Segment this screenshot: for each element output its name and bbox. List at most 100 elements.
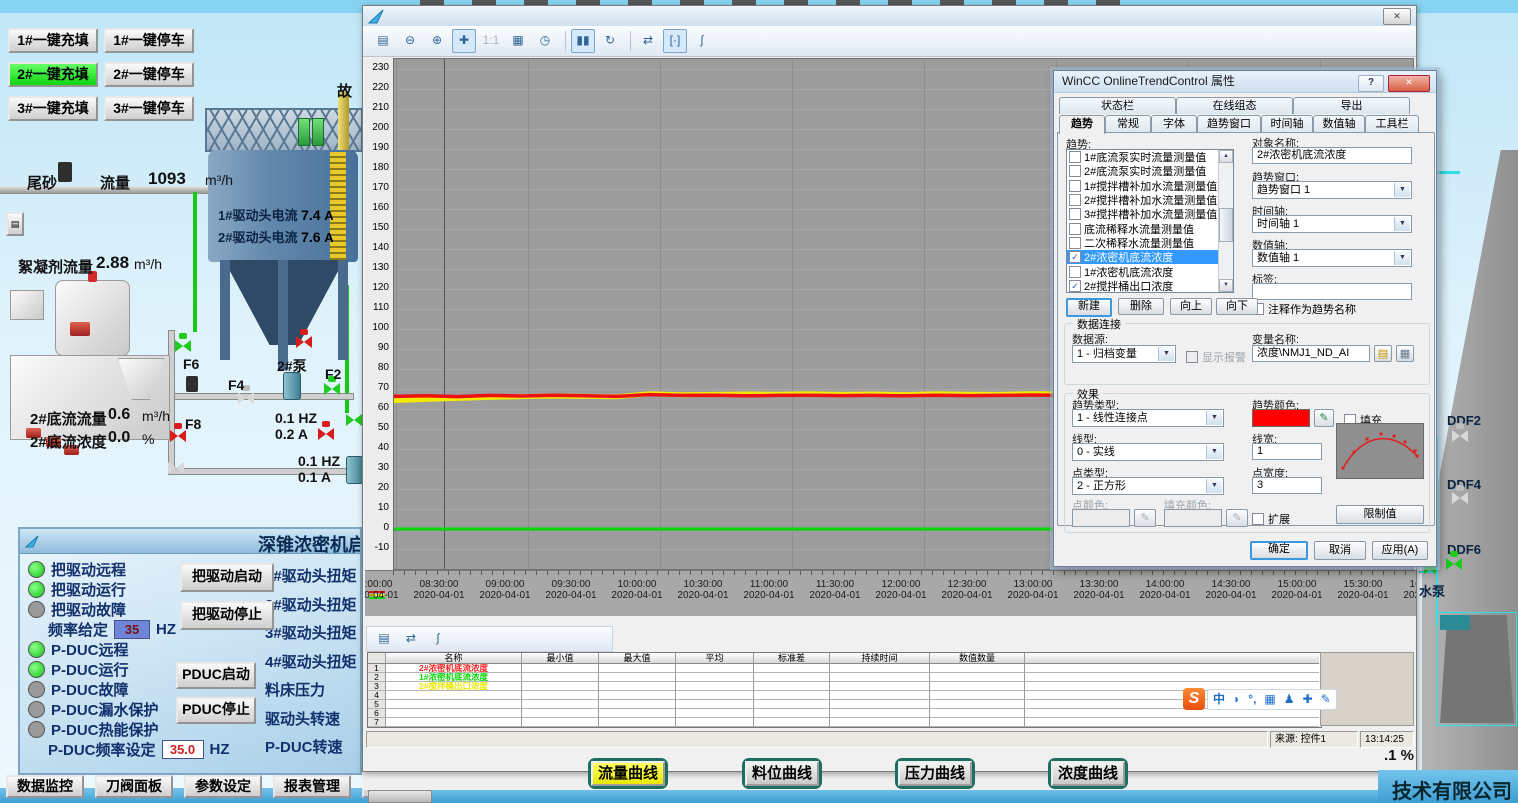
ime-toolbar[interactable]: S 中◗°,▦♟✚✎ — [1183, 688, 1337, 710]
point-width-field[interactable]: 3 — [1252, 477, 1322, 494]
valve-green-right-icon[interactable] — [346, 414, 362, 426]
trend-item-checkbox[interactable] — [1069, 165, 1081, 177]
fill-button-2[interactable]: 2#一键充填 — [8, 62, 98, 87]
refresh-icon[interactable]: ↻ — [598, 29, 622, 53]
line-width-field[interactable]: 1 — [1252, 443, 1322, 460]
panel-button-4[interactable]: PDUC停止 — [176, 697, 256, 724]
properties-icon[interactable]: ▤ — [371, 29, 395, 53]
nav-button-2[interactable]: 刀阀面板 — [95, 775, 173, 798]
chevron-down-icon[interactable]: ▼ — [1158, 347, 1174, 361]
table-row[interactable]: 4 — [368, 691, 1321, 700]
trend-item-checkbox[interactable]: ✓ — [1069, 251, 1081, 263]
tab-2[interactable]: 常规 — [1105, 115, 1151, 133]
tab-6[interactable]: 数值轴 — [1313, 115, 1365, 133]
zoom-in-icon[interactable]: ⊕ — [425, 29, 449, 53]
value-axis-select[interactable]: 数值轴 1▼ — [1252, 249, 1412, 267]
trend-item-checkbox[interactable]: ✓ — [1069, 280, 1081, 292]
trend-list-item-6[interactable]: 底流稀释水流量测量值 — [1067, 221, 1233, 235]
trend-item-checkbox[interactable] — [1069, 180, 1081, 192]
stop-button-1[interactable]: 1#一键停车 — [104, 28, 194, 53]
point-type-select[interactable]: 2 - 正方形▼ — [1072, 477, 1224, 495]
browse-folder-icon[interactable]: ▤ — [1374, 345, 1392, 362]
ime-icon[interactable]: ◗ — [1233, 690, 1240, 709]
ruler-icon[interactable]: [·] — [663, 29, 687, 53]
ok-button[interactable]: 确定 — [1250, 541, 1308, 560]
ime-icon[interactable]: ♟ — [1284, 690, 1295, 709]
panel-button-2[interactable]: 把驱动停止 — [180, 601, 274, 630]
trend-window-titlebar[interactable]: ✕ — [363, 6, 1416, 27]
curve-button-3[interactable]: 压力曲线 — [895, 758, 975, 789]
list-button-3[interactable]: 向上 — [1170, 298, 1212, 315]
statistics-icon[interactable]: ∫ — [690, 29, 714, 53]
list-scrollbar[interactable]: ▲ ▼ — [1218, 150, 1233, 292]
trend-color-swatch[interactable] — [1252, 409, 1310, 427]
trend-list-item-4[interactable]: 2#搅拌槽补加水流量测量值 — [1067, 193, 1233, 207]
valve-ddf2-icon[interactable] — [1452, 430, 1468, 442]
statistics-icon[interactable]: ∫ — [426, 627, 450, 651]
ime-icon[interactable]: ✎ — [1321, 690, 1331, 709]
trend-list-item-8[interactable]: ✓2#浓密机底流浓度 — [1067, 250, 1233, 264]
chevron-down-icon[interactable]: ▼ — [1394, 251, 1410, 265]
cancel-button[interactable]: 取消 — [1314, 541, 1366, 560]
trend-list-item-3[interactable]: 1#搅拌槽补加水流量测量值 — [1067, 179, 1233, 193]
list-button-1[interactable]: 新建 — [1066, 298, 1112, 317]
tag-field[interactable] — [1252, 283, 1412, 300]
variable-field[interactable]: 浓度\NMJ1_ND_AI — [1252, 345, 1370, 362]
panel-button-3[interactable]: PDUC启动 — [176, 662, 256, 689]
connect-points-icon[interactable]: ⇄ — [399, 627, 423, 651]
time-range-icon[interactable]: ◷ — [533, 29, 557, 53]
chevron-down-icon[interactable]: ▼ — [1206, 411, 1222, 425]
tab-1[interactable]: 趋势 — [1059, 115, 1105, 134]
taskbar-stub[interactable] — [368, 790, 432, 803]
limit-values-button[interactable]: 限制值 — [1336, 505, 1424, 524]
variable-properties-icon[interactable]: ▦ — [1396, 345, 1414, 362]
trend-item-checkbox[interactable] — [1069, 194, 1081, 206]
pump-2-icon[interactable] — [283, 372, 301, 400]
curve-button-2[interactable]: 料位曲线 — [742, 758, 822, 789]
trend-type-select[interactable]: 1 - 线性连接点▼ — [1072, 409, 1224, 427]
color-picker-icon[interactable]: ✎ — [1314, 409, 1334, 427]
tab-back-2[interactable]: 在线组态 — [1176, 97, 1293, 114]
trend-item-checkbox[interactable] — [1069, 151, 1081, 163]
valve-f6-icon[interactable] — [175, 340, 191, 352]
extend-checkbox-row[interactable]: 扩展 — [1252, 511, 1290, 527]
curve-button-1[interactable]: 流量曲线 — [588, 758, 668, 789]
list-button-4[interactable]: 向下 — [1216, 298, 1258, 315]
trend-list-item-7[interactable]: 二次稀释水流量测量值 — [1067, 236, 1233, 250]
table-row[interactable]: 12#浓密机底流浓度 — [368, 664, 1321, 673]
fill-button-1[interactable]: 1#一键充填 — [8, 28, 98, 53]
table-row[interactable]: 7 — [368, 718, 1321, 727]
valve-ddf6-icon[interactable] — [1446, 558, 1462, 570]
dialog-close-button[interactable]: ✕ — [1388, 75, 1430, 92]
dialog-help-button[interactable]: ? — [1358, 75, 1384, 92]
trend-list-item-10[interactable]: ✓2#搅拌桶出口浓度 — [1067, 279, 1233, 293]
list-button-2[interactable]: 删除 — [1118, 298, 1164, 315]
tab-4[interactable]: 趋势窗口 — [1197, 115, 1261, 133]
table-header[interactable]: 平均 — [676, 653, 754, 664]
valve-red-lower-icon[interactable] — [318, 428, 334, 440]
window-close-button[interactable]: ✕ — [1383, 8, 1411, 25]
pause-icon[interactable]: ▮▮ — [571, 29, 595, 53]
nav-button-1[interactable]: 数据监控 — [6, 775, 84, 798]
sogou-logo-icon[interactable]: S — [1183, 688, 1205, 710]
table-header[interactable]: 持续时间 — [830, 653, 930, 664]
move-trend-icon[interactable]: ✚ — [452, 29, 476, 53]
time-axis-select[interactable]: 时间轴 1▼ — [1252, 215, 1412, 233]
scroll-down-icon[interactable]: ▼ — [1219, 279, 1233, 292]
trend-item-checkbox[interactable] — [1069, 237, 1081, 249]
valve-f4-icon[interactable] — [238, 392, 254, 404]
stop-button-2[interactable]: 2#一键停车 — [104, 62, 194, 87]
alarm-checkbox-row[interactable]: 显示报警 — [1186, 349, 1246, 365]
valve-f2-icon[interactable] — [324, 383, 340, 395]
valve-red-top-icon[interactable] — [296, 336, 312, 348]
object-name-field[interactable]: 2#浓密机底流浓度 — [1252, 147, 1412, 164]
table-row[interactable]: 6 — [368, 709, 1321, 718]
tab-back-3[interactable]: 导出 — [1293, 97, 1410, 114]
chevron-down-icon[interactable]: ▼ — [1206, 479, 1222, 493]
ime-icon[interactable]: ✚ — [1303, 690, 1313, 709]
table-header[interactable]: 最小值 — [522, 653, 599, 664]
extend-checkbox[interactable] — [1252, 513, 1264, 525]
ime-icon[interactable]: °, — [1248, 690, 1256, 709]
chevron-down-icon[interactable]: ▼ — [1394, 183, 1410, 197]
tab-7[interactable]: 工具栏 — [1365, 115, 1419, 133]
